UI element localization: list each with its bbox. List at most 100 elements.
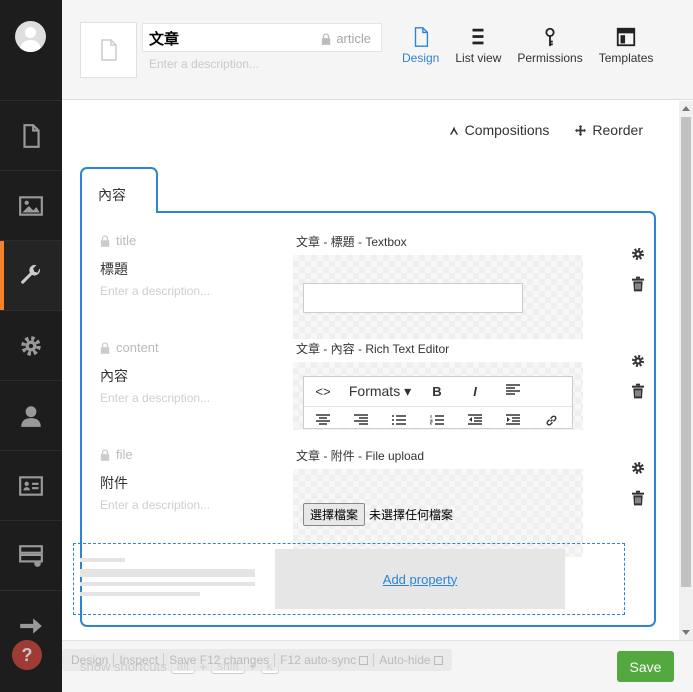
doctype-icon-picker[interactable]	[80, 22, 137, 78]
align-center-button	[304, 414, 342, 428]
editor-title: 文章 - 附件 - File upload	[296, 449, 425, 463]
doctype-description-input[interactable]: Enter a description...	[149, 57, 259, 71]
property-alias-value: title	[116, 233, 137, 248]
property-file[interactable]: file 附件 Enter a description... 文章 - 附件 -…	[100, 447, 644, 557]
content-scrollbar[interactable]	[679, 101, 693, 640]
tab-design[interactable]: Design	[394, 26, 447, 65]
sidebar-item-developer[interactable]	[0, 310, 62, 380]
placeholder-line	[80, 592, 200, 596]
formats-dropdown: Formats ▾	[348, 383, 412, 399]
add-property-box[interactable]: Add property	[73, 543, 625, 615]
property-editor-preview[interactable]: <> Formats ▾ B I	[293, 362, 583, 430]
add-property-area[interactable]: Add property	[275, 549, 565, 609]
outdent-button	[456, 414, 494, 428]
debug-auto-hide[interactable]: Auto-hide	[374, 653, 447, 667]
formats-label: Formats	[348, 383, 401, 399]
property-label: 附件	[100, 475, 128, 491]
italic-button: I	[473, 384, 477, 399]
group-tab-label: 內容	[98, 187, 126, 203]
debug-auto-sync[interactable]: F12 auto-sync	[275, 653, 375, 667]
gear-icon[interactable]	[630, 246, 646, 262]
trash-icon[interactable]	[630, 276, 646, 292]
save-button[interactable]: Save	[617, 651, 674, 682]
placeholder-line	[80, 558, 125, 562]
property-label: 標題	[100, 261, 128, 277]
doctype-name-value: 文章	[149, 31, 180, 48]
debug-inspect[interactable]: Inspect	[114, 653, 165, 667]
lock-icon[interactable]	[100, 234, 110, 247]
lock-icon[interactable]	[100, 341, 110, 354]
gear-icon[interactable]	[630, 460, 646, 476]
placeholder-line	[80, 569, 255, 577]
alias-field[interactable]: article	[321, 31, 371, 46]
image-icon	[19, 195, 43, 216]
gear-icon[interactable]	[630, 353, 646, 369]
form-icon	[19, 544, 43, 567]
header-tabs: Design List view Permissions Templates	[394, 26, 661, 65]
placeholder-line	[80, 582, 255, 586]
content-actions: Compositions Reorder	[449, 122, 643, 138]
align-left-button	[494, 384, 532, 399]
property-description[interactable]: Enter a description...	[100, 391, 210, 405]
property-alias[interactable]: title	[100, 233, 136, 248]
scroll-up-arrow[interactable]	[682, 106, 690, 111]
help-icon[interactable]: ?	[12, 640, 42, 670]
scroll-down-arrow[interactable]	[682, 630, 690, 635]
avatar[interactable]	[15, 21, 46, 52]
tab-templates[interactable]: Templates	[591, 26, 662, 65]
indent-button	[494, 414, 532, 428]
sidebar-item-media[interactable]	[0, 170, 62, 240]
rte-toolbar-row: <> Formats ▾ B I	[304, 377, 572, 407]
scroll-thumb[interactable]	[681, 117, 691, 587]
align-right-icon	[354, 414, 368, 425]
template-icon	[616, 27, 636, 47]
sidebar-item-forms[interactable]	[0, 520, 62, 590]
gear-icon	[21, 335, 41, 356]
lock-icon[interactable]	[100, 448, 110, 461]
outdent-icon	[468, 414, 482, 425]
sidebar-item-users[interactable]	[0, 380, 62, 450]
numbered-list-button	[418, 414, 456, 428]
checkbox[interactable]	[359, 656, 369, 666]
align-left-icon	[506, 384, 520, 395]
add-property-link[interactable]: Add property	[383, 572, 457, 587]
checkbox[interactable]	[433, 656, 443, 666]
compositions-button[interactable]: Compositions	[449, 122, 549, 138]
trash-icon[interactable]	[630, 490, 646, 506]
property-description[interactable]: Enter a description...	[100, 498, 210, 512]
alias-value: article	[336, 31, 371, 46]
sidebar-item-members[interactable]	[0, 450, 62, 520]
editor-title: 文章 - 標題 - Textbox	[296, 235, 407, 249]
arrow-right-icon	[20, 617, 42, 634]
doctype-name-input[interactable]: 文章 article	[142, 23, 382, 52]
property-title[interactable]: title 標題 Enter a description... 文章 - 標題 …	[100, 233, 644, 339]
tab-permissions[interactable]: Permissions	[509, 26, 590, 65]
property-actions	[630, 460, 646, 506]
align-center-icon	[316, 414, 330, 425]
debug-design[interactable]: Design	[66, 653, 115, 667]
trash-icon[interactable]	[630, 383, 646, 399]
wrench-icon	[21, 264, 40, 284]
property-alias-value: file	[116, 447, 133, 462]
property-alias[interactable]: content	[100, 340, 159, 355]
group-tab[interactable]: 內容	[80, 167, 158, 213]
lock-icon[interactable]	[321, 32, 331, 45]
textbox-preview	[303, 283, 523, 313]
property-editor-preview[interactable]	[293, 255, 583, 339]
reorder-button[interactable]: Reorder	[575, 122, 643, 138]
user-icon	[21, 405, 41, 427]
property-content[interactable]: content 內容 Enter a description... 文章 - 內…	[100, 340, 644, 430]
property-description[interactable]: Enter a description...	[100, 284, 210, 298]
debug-save-changes[interactable]: Save F12 changes	[164, 653, 276, 667]
property-actions	[630, 353, 646, 399]
tab-list-view-label: List view	[455, 51, 502, 65]
property-alias[interactable]: file	[100, 447, 133, 462]
sidebar-item-content[interactable]	[0, 100, 62, 170]
rte-toolbar-row	[304, 407, 572, 428]
sidebar-item-settings[interactable]	[0, 240, 62, 310]
id-card-icon	[19, 475, 43, 496]
compositions-icon	[449, 125, 458, 135]
editor-header: 文章 article Enter a description... Design…	[62, 0, 693, 100]
tab-list-view[interactable]: List view	[447, 26, 509, 65]
document-icon	[414, 27, 428, 47]
